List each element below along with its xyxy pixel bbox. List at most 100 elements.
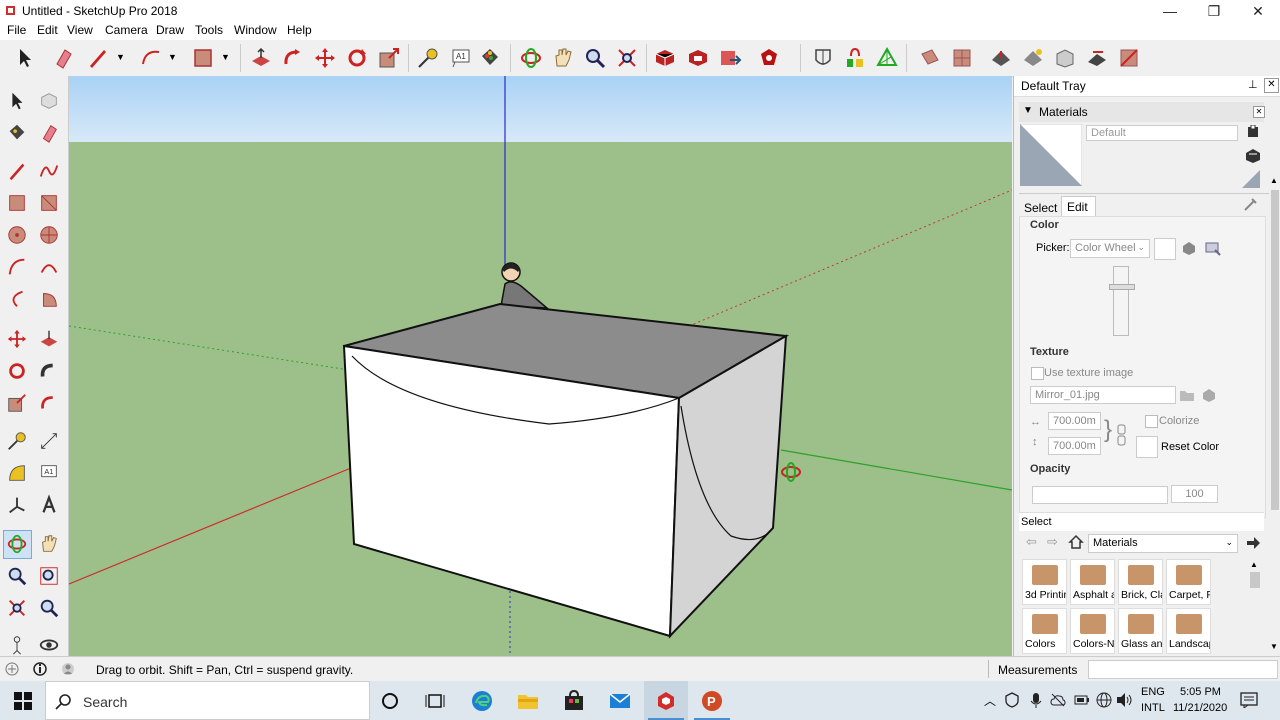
chevron-down-icon[interactable]: ▼ bbox=[116, 52, 125, 62]
texture-width-field[interactable]: 700.00m bbox=[1048, 412, 1101, 430]
language-code[interactable]: ENG bbox=[1141, 686, 1165, 698]
store-icon[interactable] bbox=[562, 689, 586, 713]
network-globe-icon[interactable] bbox=[1096, 692, 1112, 708]
use-texture-checkbox[interactable] bbox=[1031, 367, 1044, 380]
chevron-up-icon[interactable]: ︿ bbox=[984, 692, 996, 709]
fog-icon[interactable] bbox=[1053, 46, 1077, 70]
pin-icon[interactable]: ⊥ bbox=[1248, 78, 1258, 91]
x-ray-icon[interactable] bbox=[811, 46, 835, 70]
section-cut-icon[interactable] bbox=[950, 46, 974, 70]
protractor-tool-icon[interactable] bbox=[6, 462, 28, 484]
menu-draw[interactable]: Draw bbox=[156, 23, 184, 37]
panel-close-icon[interactable]: ✕ bbox=[1253, 106, 1265, 118]
pie-tool-icon[interactable] bbox=[38, 288, 60, 310]
library-select[interactable]: Materials ⌄ bbox=[1088, 534, 1238, 553]
minimize-button[interactable]: — bbox=[1148, 0, 1192, 22]
push-pull-tool-icon[interactable] bbox=[38, 328, 60, 350]
match-photo-icon[interactable] bbox=[1085, 46, 1109, 70]
zoom-extents-icon[interactable] bbox=[615, 46, 639, 70]
shadows-icon[interactable] bbox=[1021, 46, 1045, 70]
component-tool-icon[interactable] bbox=[38, 90, 60, 112]
opacity-field[interactable]: 100 bbox=[1171, 485, 1218, 503]
tab-edit[interactable]: Edit bbox=[1061, 196, 1096, 216]
picker-select[interactable]: Color Wheel ⌄ bbox=[1070, 239, 1150, 258]
zoom-extents-icon[interactable] bbox=[6, 597, 28, 619]
styles-icon[interactable] bbox=[875, 46, 899, 70]
chevron-down-icon[interactable]: ▼ bbox=[168, 52, 177, 62]
scene-canvas[interactable] bbox=[69, 76, 1012, 656]
rectangle-tool-icon[interactable] bbox=[191, 46, 215, 70]
sample-paint-icon[interactable] bbox=[1244, 147, 1262, 163]
rectangle-tool-icon[interactable] bbox=[6, 192, 28, 214]
arc-tool-icon[interactable] bbox=[6, 256, 28, 278]
geo-location-icon[interactable] bbox=[5, 662, 19, 676]
model-viewport[interactable] bbox=[69, 76, 1012, 656]
push-pull-tool-icon[interactable] bbox=[249, 46, 273, 70]
keyboard-layout[interactable]: INTL bbox=[1141, 702, 1165, 714]
orbit-tool-icon[interactable] bbox=[519, 46, 543, 70]
text-tool-icon[interactable]: A1 bbox=[38, 462, 60, 484]
position-camera-icon[interactable] bbox=[6, 634, 28, 656]
user-icon[interactable] bbox=[61, 662, 75, 676]
materials-panel-header[interactable]: ▼ Materials ✕ bbox=[1019, 102, 1265, 122]
forward-icon[interactable]: ⇨ bbox=[1047, 534, 1058, 550]
back-icon[interactable]: ⇦ bbox=[1026, 534, 1037, 550]
tape-measure-tool-icon[interactable] bbox=[6, 430, 28, 452]
material-thumbnail[interactable]: Brick, Cla bbox=[1118, 559, 1163, 605]
chevron-down-icon[interactable]: ▼ bbox=[221, 52, 230, 62]
chain-link-icon[interactable] bbox=[1117, 424, 1127, 446]
select-tool-icon[interactable] bbox=[6, 90, 28, 112]
match-color-screen-icon[interactable] bbox=[1205, 240, 1221, 256]
scale-tool-icon[interactable] bbox=[377, 46, 401, 70]
credits-icon[interactable] bbox=[33, 662, 47, 676]
material-thumbnail[interactable]: Asphalt a bbox=[1070, 559, 1115, 605]
previous-view-icon[interactable] bbox=[38, 597, 60, 619]
paint-bucket-tool-icon[interactable] bbox=[478, 46, 502, 70]
maximize-button[interactable]: ❐ bbox=[1192, 0, 1236, 22]
microphone-icon[interactable] bbox=[1029, 692, 1043, 708]
edge-browser-icon[interactable] bbox=[470, 689, 494, 713]
clock-time[interactable]: 5:05 PM bbox=[1180, 686, 1221, 698]
file-explorer-icon[interactable] bbox=[516, 689, 540, 713]
dimension-tool-icon[interactable] bbox=[38, 430, 60, 452]
details-arrow-icon[interactable] bbox=[1245, 535, 1261, 551]
material-thumbnail[interactable]: Colors-N bbox=[1070, 608, 1115, 654]
measurements-input[interactable] bbox=[1088, 660, 1278, 679]
taskbar-search-box[interactable]: Search bbox=[45, 681, 370, 720]
paint-bucket-tool-icon[interactable] bbox=[6, 122, 28, 144]
pan-tool-icon[interactable] bbox=[551, 46, 575, 70]
eyedropper-icon[interactable] bbox=[1243, 196, 1259, 212]
freehand-tool-icon[interactable] bbox=[38, 160, 60, 182]
eraser-tool-icon[interactable] bbox=[38, 122, 60, 144]
reset-color-swatch[interactable] bbox=[1136, 436, 1158, 458]
rotated-rectangle-tool-icon[interactable] bbox=[38, 192, 60, 214]
eraser-tool-icon[interactable] bbox=[51, 46, 75, 70]
powerpoint-app-icon[interactable]: P bbox=[700, 689, 724, 713]
display-section-icon[interactable] bbox=[989, 46, 1013, 70]
material-name-field[interactable]: Default bbox=[1086, 125, 1238, 141]
opacity-slider[interactable] bbox=[1032, 486, 1168, 504]
edit-texture-icon[interactable] bbox=[1201, 387, 1217, 403]
rotate-tool-icon[interactable] bbox=[6, 360, 28, 382]
scroll-up-icon[interactable]: ▲ bbox=[1270, 176, 1278, 185]
axes-tool-icon[interactable] bbox=[6, 494, 28, 516]
material-thumbnail[interactable]: Glass anc bbox=[1118, 608, 1163, 654]
match-color-model-icon[interactable] bbox=[1181, 240, 1197, 256]
display-secondary-icon[interactable] bbox=[1242, 170, 1260, 188]
value-slider-thumb[interactable] bbox=[1109, 284, 1135, 290]
battery-icon[interactable] bbox=[1074, 692, 1090, 708]
follow-me-tool-icon[interactable] bbox=[281, 46, 305, 70]
zoom-window-tool-icon[interactable] bbox=[38, 565, 60, 587]
clock-date[interactable]: 11/21/2020 bbox=[1173, 702, 1227, 714]
material-thumbnail[interactable]: Carpet, F bbox=[1166, 559, 1211, 605]
circle-tool-icon[interactable] bbox=[6, 224, 28, 246]
line-tool-icon[interactable] bbox=[6, 160, 28, 182]
pencil-tool-icon[interactable] bbox=[86, 46, 110, 70]
move-tool-icon[interactable] bbox=[313, 46, 337, 70]
extension-warehouse-icon[interactable] bbox=[686, 46, 710, 70]
scale-tool-icon[interactable] bbox=[6, 392, 28, 414]
menu-camera[interactable]: Camera bbox=[105, 23, 148, 37]
material-thumbnail[interactable]: 3d Printir bbox=[1022, 559, 1067, 605]
send-to-layout-icon[interactable] bbox=[718, 46, 742, 70]
extension-manager-icon[interactable] bbox=[757, 46, 781, 70]
